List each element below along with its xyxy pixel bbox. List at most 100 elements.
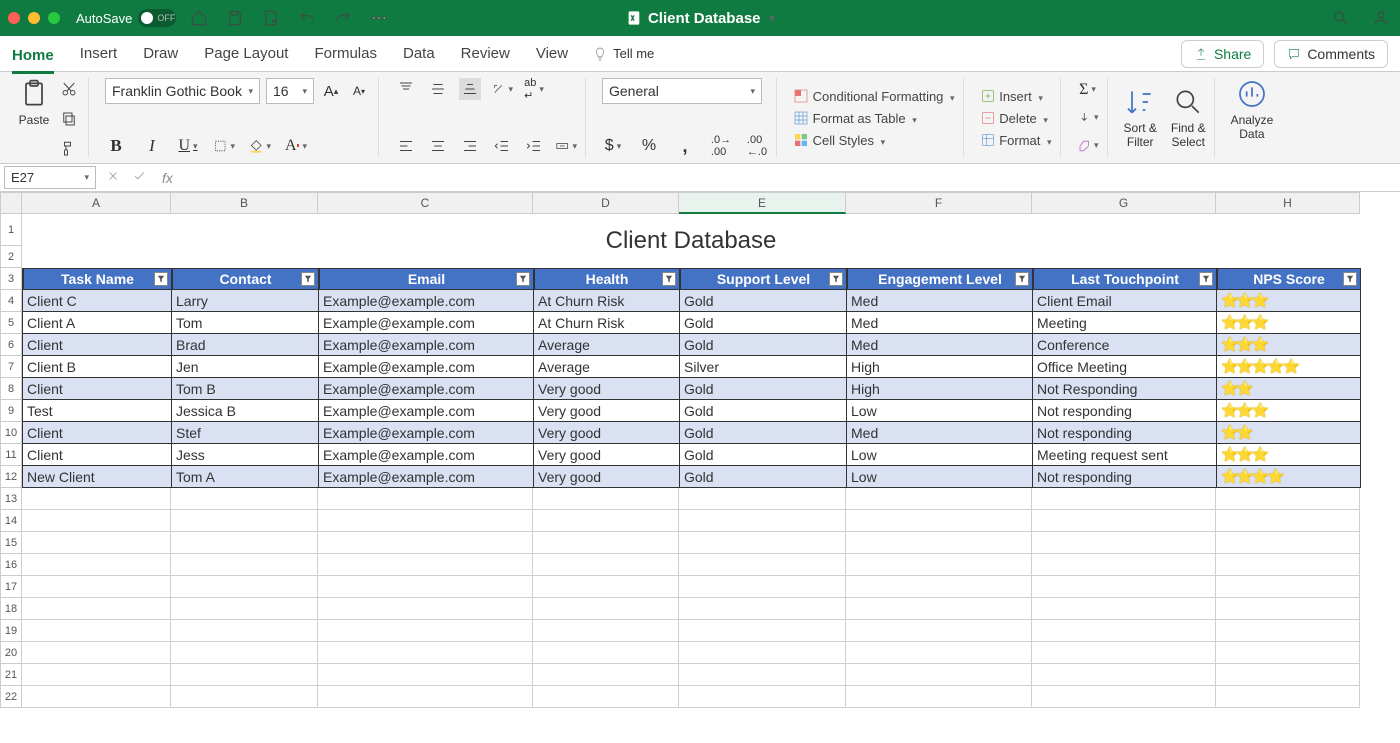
- table-cell[interactable]: Gold: [680, 422, 847, 444]
- row-header[interactable]: 8: [0, 378, 22, 400]
- empty-cell[interactable]: [318, 488, 533, 510]
- table-cell[interactable]: Example@example.com: [319, 400, 534, 422]
- format-as-table-button[interactable]: Format as Table ▾: [793, 110, 955, 126]
- autosum-icon[interactable]: Σ▾: [1077, 79, 1099, 101]
- formula-input[interactable]: [183, 164, 1400, 191]
- empty-cell[interactable]: [318, 510, 533, 532]
- conditional-formatting-button[interactable]: Conditional Formatting ▾: [793, 88, 955, 104]
- row-header[interactable]: 19: [0, 620, 22, 642]
- empty-cell[interactable]: [171, 620, 318, 642]
- table-header[interactable]: NPS Score: [1217, 268, 1361, 290]
- empty-cell[interactable]: [533, 642, 679, 664]
- filter-icon[interactable]: [1343, 272, 1357, 286]
- empty-cell[interactable]: [171, 554, 318, 576]
- empty-cell[interactable]: [1032, 532, 1216, 554]
- table-cell[interactable]: Example@example.com: [319, 444, 534, 466]
- row-headers[interactable]: 12345678910111213141516171819202122: [0, 214, 22, 708]
- delete-cells-button[interactable]: Delete ▾: [980, 110, 1052, 126]
- col-header-C[interactable]: C: [318, 192, 533, 214]
- empty-cell[interactable]: [22, 532, 171, 554]
- empty-cell[interactable]: [22, 598, 171, 620]
- table-cell[interactable]: Gold: [680, 400, 847, 422]
- empty-cell[interactable]: [533, 554, 679, 576]
- cancel-entry-icon[interactable]: [106, 169, 120, 186]
- window-controls[interactable]: [8, 12, 60, 24]
- paste-button[interactable]: Paste: [18, 78, 50, 160]
- align-right-icon[interactable]: [459, 135, 481, 157]
- table-cell[interactable]: Not responding: [1033, 400, 1217, 422]
- filter-icon[interactable]: [1015, 272, 1029, 286]
- empty-cell[interactable]: [22, 642, 171, 664]
- col-header-B[interactable]: B: [171, 192, 318, 214]
- filter-icon[interactable]: [829, 272, 843, 286]
- tab-draw[interactable]: Draw: [143, 41, 178, 66]
- col-header-A[interactable]: A: [22, 192, 171, 214]
- table-cell[interactable]: Low: [847, 400, 1033, 422]
- table-cell[interactable]: Tom: [172, 312, 319, 334]
- tab-formulas[interactable]: Formulas: [314, 41, 377, 66]
- empty-cell[interactable]: [679, 554, 846, 576]
- table-cell[interactable]: Gold: [680, 290, 847, 312]
- table-cell[interactable]: Jessica B: [172, 400, 319, 422]
- select-all-corner[interactable]: [0, 192, 22, 214]
- tab-data[interactable]: Data: [403, 41, 435, 66]
- account-icon[interactable]: [1370, 7, 1392, 29]
- table-cell[interactable]: Not responding: [1033, 422, 1217, 444]
- empty-cell[interactable]: [679, 620, 846, 642]
- empty-cell[interactable]: [1216, 598, 1360, 620]
- italic-button[interactable]: I: [141, 135, 163, 157]
- empty-cell[interactable]: [1032, 664, 1216, 686]
- align-top-icon[interactable]: [395, 78, 417, 100]
- tell-me[interactable]: Tell me: [592, 46, 654, 62]
- empty-cell[interactable]: [679, 532, 846, 554]
- table-cell[interactable]: Gold: [680, 334, 847, 356]
- empty-cell[interactable]: [533, 686, 679, 708]
- empty-cell[interactable]: [533, 576, 679, 598]
- empty-cell[interactable]: [1032, 554, 1216, 576]
- table-cell[interactable]: ⭐⭐⭐: [1217, 444, 1361, 466]
- fx-label[interactable]: fx: [162, 170, 173, 186]
- font-name-select[interactable]: Franklin Gothic Book▾: [105, 78, 260, 104]
- table-cell[interactable]: Very good: [534, 444, 680, 466]
- comma-icon[interactable]: ,: [674, 135, 696, 157]
- decrease-indent-icon[interactable]: [491, 135, 513, 157]
- table-cell[interactable]: Silver: [680, 356, 847, 378]
- col-header-H[interactable]: H: [1216, 192, 1360, 214]
- empty-cell[interactable]: [171, 510, 318, 532]
- table-cell[interactable]: Average: [534, 334, 680, 356]
- table-cell[interactable]: ⭐⭐: [1217, 378, 1361, 400]
- empty-cell[interactable]: [1032, 510, 1216, 532]
- clear-icon[interactable]: ▾: [1077, 135, 1099, 157]
- table-cell[interactable]: New Client: [23, 466, 172, 488]
- table-cell[interactable]: Client A: [23, 312, 172, 334]
- table-cell[interactable]: Low: [847, 466, 1033, 488]
- empty-cell[interactable]: [846, 576, 1032, 598]
- redo-icon[interactable]: [332, 7, 354, 29]
- cut-icon[interactable]: [58, 78, 80, 100]
- align-left-icon[interactable]: [395, 135, 417, 157]
- table-cell[interactable]: Jen: [172, 356, 319, 378]
- borders-icon[interactable]: ▾: [213, 135, 235, 157]
- row-header[interactable]: 11: [0, 444, 22, 466]
- empty-cell[interactable]: [1032, 642, 1216, 664]
- table-cell[interactable]: Example@example.com: [319, 334, 534, 356]
- format-cells-button[interactable]: Format ▾: [980, 132, 1052, 148]
- share-button[interactable]: Share: [1181, 40, 1264, 68]
- filter-icon[interactable]: [301, 272, 315, 286]
- empty-cell[interactable]: [171, 642, 318, 664]
- empty-cell[interactable]: [318, 642, 533, 664]
- empty-cell[interactable]: [318, 576, 533, 598]
- confirm-entry-icon[interactable]: [132, 169, 146, 186]
- table-cell[interactable]: Gold: [680, 378, 847, 400]
- row-header[interactable]: 7: [0, 356, 22, 378]
- empty-cell[interactable]: [318, 664, 533, 686]
- increase-font-icon[interactable]: A▴: [320, 80, 342, 102]
- table-cell[interactable]: Brad: [172, 334, 319, 356]
- font-color-icon[interactable]: A▾: [285, 135, 307, 157]
- table-cell[interactable]: High: [847, 378, 1033, 400]
- save-icon[interactable]: [224, 7, 246, 29]
- row-header[interactable]: 13: [0, 488, 22, 510]
- empty-cell[interactable]: [533, 598, 679, 620]
- table-cell[interactable]: Gold: [680, 312, 847, 334]
- filter-icon[interactable]: [154, 272, 168, 286]
